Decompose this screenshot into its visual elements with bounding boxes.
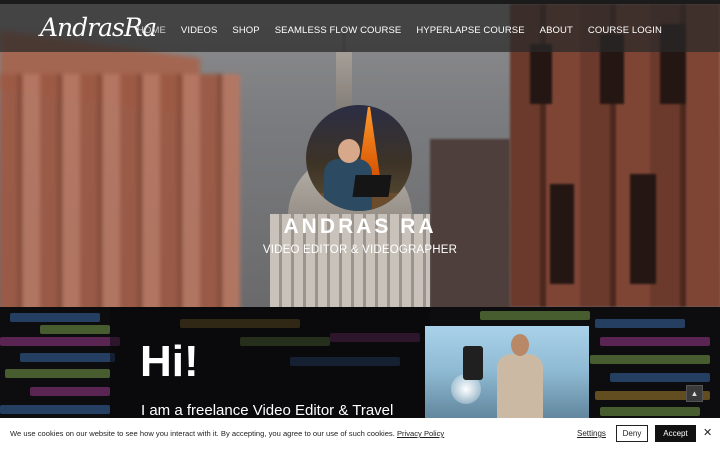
site-logo[interactable]: AndrasRa [40, 11, 157, 51]
timeline-clip [590, 355, 710, 364]
privacy-policy-link[interactable]: Privacy Policy [397, 429, 444, 438]
photo-person-head [511, 334, 529, 356]
menu-item-home[interactable]: HOME [137, 25, 166, 36]
window [530, 44, 552, 104]
close-icon[interactable]: ✕ [703, 426, 712, 439]
photo-camera-gimbal [463, 346, 483, 380]
cookie-banner: We use cookies on our website to see how… [0, 418, 720, 450]
timeline-clip [0, 405, 110, 414]
hero-name: ANDRAS RA [283, 215, 437, 238]
intro-text: I am a freelance Video Editor & Travel [141, 402, 394, 419]
timeline-clip [480, 311, 590, 320]
chevron-up-icon: ▲ [690, 389, 699, 398]
timeline-clip [595, 319, 685, 328]
timeline-clip [40, 325, 110, 334]
timeline-clip [30, 387, 110, 396]
timeline-clip [610, 373, 710, 382]
menu-item-videos[interactable]: VIDEOS [181, 25, 218, 36]
menu-item-course-login[interactable]: COURSE LOGIN [588, 25, 662, 36]
menu-item-hyperlapse-course[interactable]: HYPERLAPSE COURSE [416, 25, 524, 36]
hero-bg-building-left [0, 74, 240, 307]
timeline-clip [5, 369, 110, 378]
timeline-clip [20, 353, 115, 362]
menu-item-seamless-flow-course[interactable]: SEAMLESS FLOW COURSE [275, 25, 402, 36]
greeting-heading: Hi! [140, 337, 199, 386]
hero-subtitle: VIDEO EDITOR & VIDEOGRAPHER [262, 244, 458, 256]
timeline-clip [0, 337, 120, 346]
cookie-accept-button[interactable]: Accept [655, 425, 696, 442]
photo-person-body [497, 354, 543, 426]
cookie-message-text: We use cookies on our website to see how… [10, 429, 395, 438]
avatar-laptop [352, 175, 392, 197]
profile-avatar [306, 105, 412, 211]
top-navigation: AndrasRa HOME VIDEOS SHOP SEAMLESS FLOW … [0, 4, 720, 52]
avatar-person-head [338, 139, 360, 163]
main-menu: HOME VIDEOS SHOP SEAMLESS FLOW COURSE HY… [137, 25, 677, 36]
scroll-to-top-button[interactable]: ▲ [686, 385, 703, 402]
menu-item-about[interactable]: ABOUT [540, 25, 573, 36]
cookie-deny-button[interactable]: Deny [616, 425, 648, 442]
cookie-message: We use cookies on our website to see how… [10, 429, 444, 438]
timeline-clip [10, 313, 100, 322]
menu-item-shop[interactable]: SHOP [232, 25, 259, 36]
timeline-clip [600, 337, 710, 346]
cookie-settings-button[interactable]: Settings [577, 429, 606, 438]
intro-photo [425, 326, 589, 426]
timeline-clip [600, 407, 700, 416]
